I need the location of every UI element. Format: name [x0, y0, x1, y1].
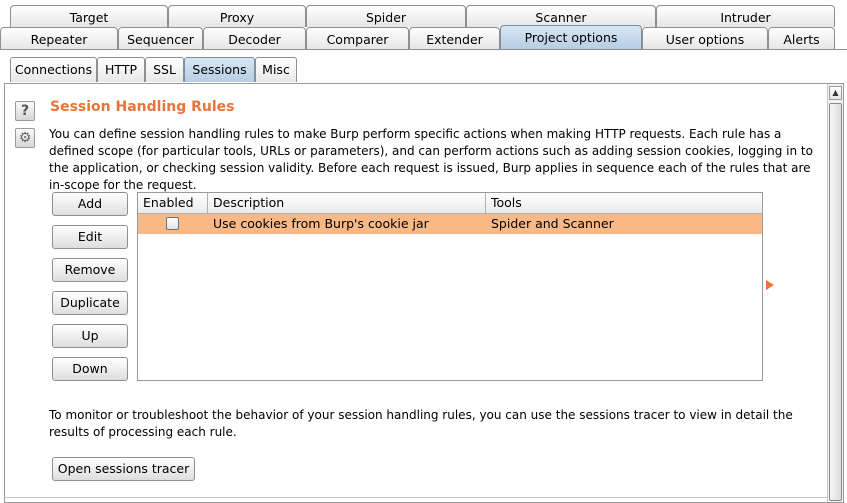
subtab-misc[interactable]: Misc [255, 57, 297, 82]
subtab-http[interactable]: HTTP [97, 57, 145, 82]
up-button[interactable]: Up [52, 324, 128, 348]
table-row[interactable]: Use cookies from Burp's cookie jar Spide… [138, 214, 762, 234]
tab-repeater[interactable]: Repeater [0, 27, 118, 49]
edit-button[interactable]: Edit [52, 225, 128, 249]
tab-extender[interactable]: Extender [409, 27, 500, 49]
tab-intruder[interactable]: Intruder [656, 5, 835, 27]
tab-project-options[interactable]: Project options [500, 25, 642, 49]
session-rules-table: Enabled Description Tools Use cookies fr… [137, 192, 763, 381]
duplicate-button[interactable]: Duplicate [52, 291, 128, 315]
arrow-right-icon [766, 280, 774, 290]
rule-enabled-checkbox[interactable] [166, 217, 179, 230]
tab-user-options[interactable]: User options [642, 27, 768, 49]
tab-spider[interactable]: Spider [306, 5, 466, 27]
sessions-tracer-description: To monitor or troubleshoot the behavior … [49, 408, 793, 439]
vertical-scrollbar[interactable]: ▲ [827, 84, 843, 502]
remove-button[interactable]: Remove [52, 258, 128, 282]
section-description: You can define session handling rules to… [49, 127, 813, 192]
tab-decoder[interactable]: Decoder [203, 27, 306, 49]
table-header: Enabled Description Tools [138, 193, 762, 214]
add-button[interactable]: Add [52, 192, 128, 216]
section-divider [5, 497, 827, 498]
column-header-tools[interactable]: Tools [486, 193, 762, 213]
column-header-enabled[interactable]: Enabled [138, 193, 208, 213]
subtab-ssl[interactable]: SSL [145, 57, 184, 82]
help-icon[interactable]: ? [15, 101, 35, 121]
scroll-up-icon[interactable]: ▲ [829, 86, 842, 100]
tab-target[interactable]: Target [10, 5, 168, 27]
tab-sequencer[interactable]: Sequencer [118, 27, 203, 49]
scroll-thumb[interactable] [829, 103, 842, 501]
subtab-connections[interactable]: Connections [10, 57, 97, 82]
tab-alerts[interactable]: Alerts [768, 27, 835, 49]
gear-icon[interactable]: ⚙ [15, 128, 35, 148]
column-header-description[interactable]: Description [208, 193, 486, 213]
rule-tools: Spider and Scanner [491, 216, 614, 231]
open-sessions-tracer-button[interactable]: Open sessions tracer [52, 457, 195, 481]
sessions-panel: ? ⚙ Session Handling Rules You can defin… [4, 83, 844, 503]
subtab-sessions[interactable]: Sessions [184, 57, 255, 82]
rule-description: Use cookies from Burp's cookie jar [213, 216, 429, 231]
tab-proxy[interactable]: Proxy [168, 5, 306, 27]
main-tab-baseline [0, 49, 847, 50]
down-button[interactable]: Down [52, 357, 128, 381]
tab-scanner[interactable]: Scanner [466, 5, 656, 27]
section-title: Session Handling Rules [50, 99, 235, 115]
tab-comparer[interactable]: Comparer [306, 27, 409, 49]
